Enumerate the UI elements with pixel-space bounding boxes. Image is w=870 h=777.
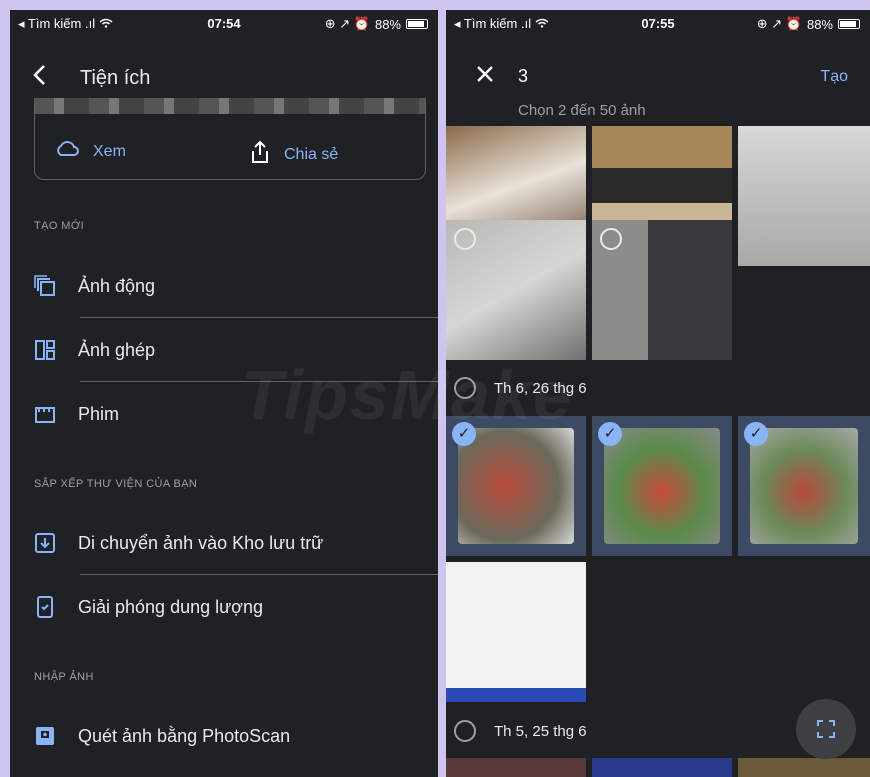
photo-thumbnail[interactable] [446, 758, 586, 777]
photo-thumbnail-selected[interactable]: ✓ [446, 416, 586, 556]
status-symbols: ⊕ ↗ ⏰ [324, 16, 370, 31]
share-label: Chia sẻ [284, 145, 339, 163]
fullscreen-icon [816, 720, 836, 744]
menu-item-archive[interactable]: Di chuyển ảnh vào Kho lưu trữ [34, 513, 438, 573]
divider [80, 381, 438, 382]
menu-label: Ảnh ghép [78, 339, 156, 360]
divider [80, 574, 438, 575]
select-circle[interactable] [600, 228, 622, 250]
date-label: Th 5, 25 thg 6 [494, 722, 587, 740]
back-to-search[interactable]: ◂ Tìm kiếm [18, 16, 81, 31]
photo-thumbnail-selected[interactable]: ✓ [592, 416, 732, 556]
menu-label: Ảnh động [78, 275, 156, 296]
carrier: ◂ Tìm kiếm .ıl [18, 16, 113, 32]
back-arrow-icon[interactable] [32, 64, 46, 92]
photo-image [458, 428, 574, 544]
photo-picker-screen: ◂ Tìm kiếm .ıl 07:55 ⊕ ↗ ⏰ 88% 3 Tạo Chọ… [446, 10, 870, 777]
menu-label: Giải phóng dung lượng [78, 596, 263, 617]
photo-image [750, 428, 858, 544]
date-label: Th 6, 26 thg 6 [494, 379, 587, 397]
status-bar: ◂ Tìm kiếm .ıl 07:55 ⊕ ↗ ⏰ 88% [446, 10, 870, 36]
wifi-icon [535, 16, 549, 31]
photo-thumbnail[interactable] [446, 562, 586, 702]
clock: 07:55 [641, 16, 675, 31]
menu-item-movie[interactable]: Phim [34, 384, 438, 444]
menu-item-collage[interactable]: Ảnh ghép [34, 320, 438, 380]
date-header[interactable]: Th 6, 26 thg 6 [454, 373, 587, 403]
page-title: Tiện ích [80, 67, 151, 89]
close-icon[interactable] [476, 62, 494, 90]
photo-thumbnail[interactable] [592, 758, 732, 777]
share-button[interactable]: Chia sẻ [250, 140, 338, 169]
select-circle[interactable] [454, 228, 476, 250]
signal-icon: .ıl [520, 16, 532, 31]
status-bar: ◂ Tìm kiếm .ıl 07:54 ⊕ ↗ ⏰ 88% [10, 10, 438, 36]
menu-item-free-space[interactable]: Giải phóng dung lượng [34, 577, 438, 637]
battery-icon [406, 19, 428, 29]
divider [80, 317, 438, 318]
battery-percent: 88% [806, 16, 833, 32]
archive-icon [34, 532, 56, 554]
screenshot-frame: ◂ Tìm kiếm .ıl 07:54 ⊕ ↗ ⏰ 88% Tiện ích [10, 10, 870, 777]
photo-image [604, 428, 720, 544]
signal-icon: .ıl [84, 16, 96, 31]
carrier: ◂ Tìm kiếm .ıl [454, 16, 549, 32]
wifi-icon [99, 16, 113, 31]
memory-card: Xem Chia sẻ [34, 100, 426, 180]
photo-thumbnail[interactable] [738, 126, 870, 266]
clock: 07:54 [207, 16, 241, 31]
fullscreen-button[interactable] [796, 699, 856, 759]
check-icon[interactable]: ✓ [744, 422, 768, 446]
movie-icon [34, 403, 56, 425]
menu-label: Phim [78, 403, 120, 424]
check-icon[interactable]: ✓ [452, 422, 476, 446]
status-icons: ⊕ ↗ ⏰ 88% [757, 16, 860, 32]
photo-thumbnail[interactable] [592, 220, 732, 360]
selection-hint: Chọn 2 đến 50 ảnh [518, 102, 646, 119]
select-date-circle[interactable] [454, 377, 476, 399]
status-symbols: ⊕ ↗ ⏰ [756, 16, 802, 31]
menu-label: Di chuyển ảnh vào Kho lưu trữ [78, 532, 324, 553]
section-header-organize: SẮP XẾP THƯ VIỆN CỦA BẠN [34, 478, 198, 490]
photo-thumbnail[interactable] [446, 220, 586, 360]
battery-icon [838, 19, 860, 29]
section-header-import: NHẬP ẢNH [34, 671, 94, 683]
selection-bar: 3 Tạo Chọn 2 đến 50 ảnh [446, 50, 870, 130]
view-button[interactable]: Xem [55, 140, 126, 163]
phone-check-icon [34, 596, 56, 618]
section-header-create: TẠO MỚI [34, 220, 85, 232]
status-icons: ⊕ ↗ ⏰ 88% [325, 16, 428, 32]
top-bar: Tiện ích [10, 50, 438, 100]
view-label: Xem [93, 142, 126, 160]
menu-item-animation[interactable]: Ảnh động [34, 256, 438, 316]
date-header[interactable]: Th 5, 25 thg 6 [454, 716, 587, 746]
menu-item-photoscan[interactable]: Quét ảnh bằng PhotoScan [34, 706, 438, 766]
menu-label: Quét ảnh bằng PhotoScan [78, 725, 291, 746]
share-icon [250, 140, 270, 169]
photo-thumbnail[interactable] [738, 758, 870, 777]
select-date-circle[interactable] [454, 720, 476, 742]
back-to-search[interactable]: ◂ Tìm kiếm [454, 16, 517, 31]
screen-divider [438, 10, 446, 777]
cloud-icon [55, 140, 79, 163]
photoscan-icon [34, 725, 56, 747]
utilities-screen: ◂ Tìm kiếm .ıl 07:54 ⊕ ↗ ⏰ 88% Tiện ích [10, 10, 438, 777]
photo-thumbnail-selected[interactable]: ✓ [738, 416, 870, 556]
check-icon[interactable]: ✓ [598, 422, 622, 446]
selected-count: 3 [518, 66, 529, 86]
battery-percent: 88% [374, 16, 401, 32]
collage-icon [34, 339, 56, 361]
animation-icon [34, 275, 56, 297]
create-button[interactable]: Tạo [820, 68, 848, 86]
